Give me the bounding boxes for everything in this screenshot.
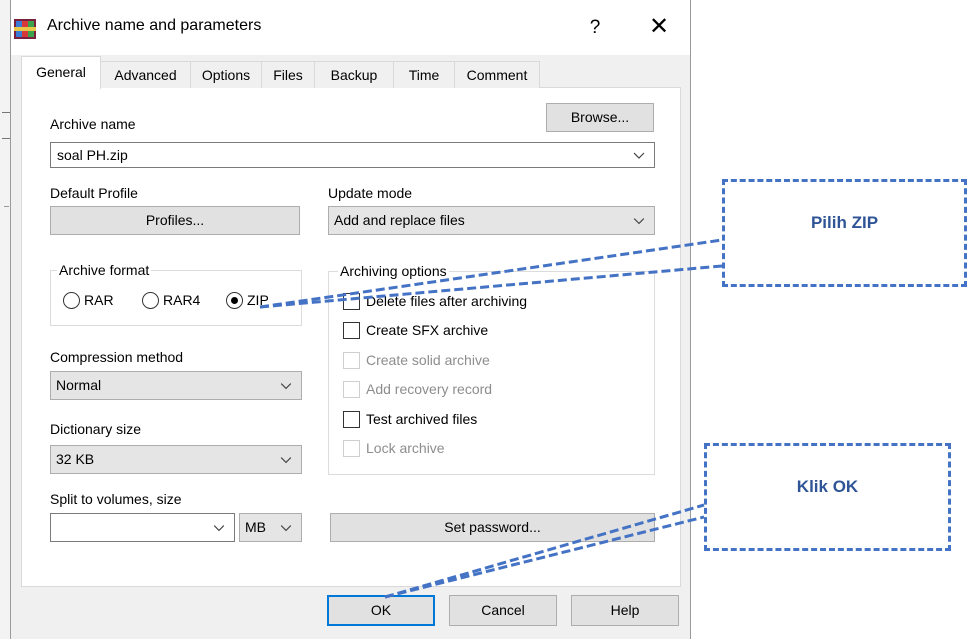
tab-options[interactable]: Options [190,61,262,88]
dictionary-size-select[interactable]: 32 KB [50,445,302,474]
help-button[interactable]: Help [571,595,679,626]
tab-files[interactable]: Files [261,61,315,88]
archive-dialog: Archive name and parameters ? ✕ General … [10,0,691,639]
chevron-down-icon [280,383,292,390]
add-recovery-checkbox [343,381,360,398]
chevron-down-icon[interactable] [212,514,226,541]
default-profile-label: Default Profile [50,185,138,201]
dictionary-size-label: Dictionary size [50,421,142,437]
archiving-options-label: Archiving options [338,263,449,279]
chevron-down-icon [280,457,292,464]
split-unit-select[interactable]: MB [239,513,302,542]
test-archived-checkbox[interactable] [343,411,360,428]
dictionary-size-value: 32 KB [56,451,95,467]
profiles-button[interactable]: Profiles... [50,206,300,235]
split-volumes-input[interactable] [50,513,235,542]
tab-comment[interactable]: Comment [454,61,540,88]
radio-zip-label: ZIP [247,292,269,308]
update-mode-select[interactable]: Add and replace files [328,206,655,235]
window-title: Archive name and parameters [47,17,262,34]
tab-advanced[interactable]: Advanced [100,61,191,88]
radio-rar[interactable] [63,292,80,309]
chevron-down-icon [633,218,645,225]
update-mode-value: Add and replace files [334,212,465,228]
radio-rar-label: RAR [84,292,114,308]
radio-rar4[interactable] [142,292,159,309]
split-unit-value: MB [245,519,266,535]
create-solid-checkbox [343,352,360,369]
help-title-button[interactable]: ? [577,13,613,43]
radio-rar4-label: RAR4 [163,292,201,308]
split-volumes-label: Split to volumes, size [50,491,182,507]
archive-name-input[interactable]: soal PH.zip [50,142,655,168]
lock-archive-checkbox [343,440,360,457]
delete-files-checkbox[interactable] [343,293,360,310]
annotation-text-zip: Pilih ZIP [810,213,879,232]
annotation-box-zip [722,179,967,287]
winrar-icon [14,19,36,39]
compression-method-select[interactable]: Normal [50,371,302,400]
annotation-text-ok: Klik OK [796,477,859,496]
ok-button[interactable]: OK [327,595,435,626]
tab-backup[interactable]: Backup [314,61,394,88]
chevron-down-icon [280,525,292,532]
lock-archive-label: Lock archive [366,440,445,456]
archive-name-label: Archive name [50,116,136,132]
delete-files-label: Delete files after archiving [366,293,528,309]
tab-time[interactable]: Time [393,61,455,88]
update-mode-label: Update mode [328,185,413,201]
archive-name-value: soal PH.zip [57,147,128,163]
set-password-button[interactable]: Set password... [330,513,655,542]
compression-method-value: Normal [56,377,102,393]
compression-method-label: Compression method [50,349,184,365]
add-recovery-label: Add recovery record [366,381,493,397]
radio-selected-dot [231,297,238,304]
annotation-box-ok [704,443,951,551]
chevron-down-icon[interactable] [632,143,646,167]
tab-general[interactable]: General [21,56,101,89]
close-icon[interactable]: ✕ [639,13,679,43]
cancel-button[interactable]: Cancel [449,595,557,626]
radio-zip[interactable] [226,292,243,309]
create-solid-label: Create solid archive [366,352,490,368]
create-sfx-checkbox[interactable] [343,322,360,339]
title-bar: Archive name and parameters ? ✕ [11,0,690,55]
create-sfx-label: Create SFX archive [366,322,489,338]
archive-format-label: Archive format [57,262,152,278]
test-archived-label: Test archived files [366,411,478,427]
browse-button[interactable]: Browse... [546,103,654,132]
